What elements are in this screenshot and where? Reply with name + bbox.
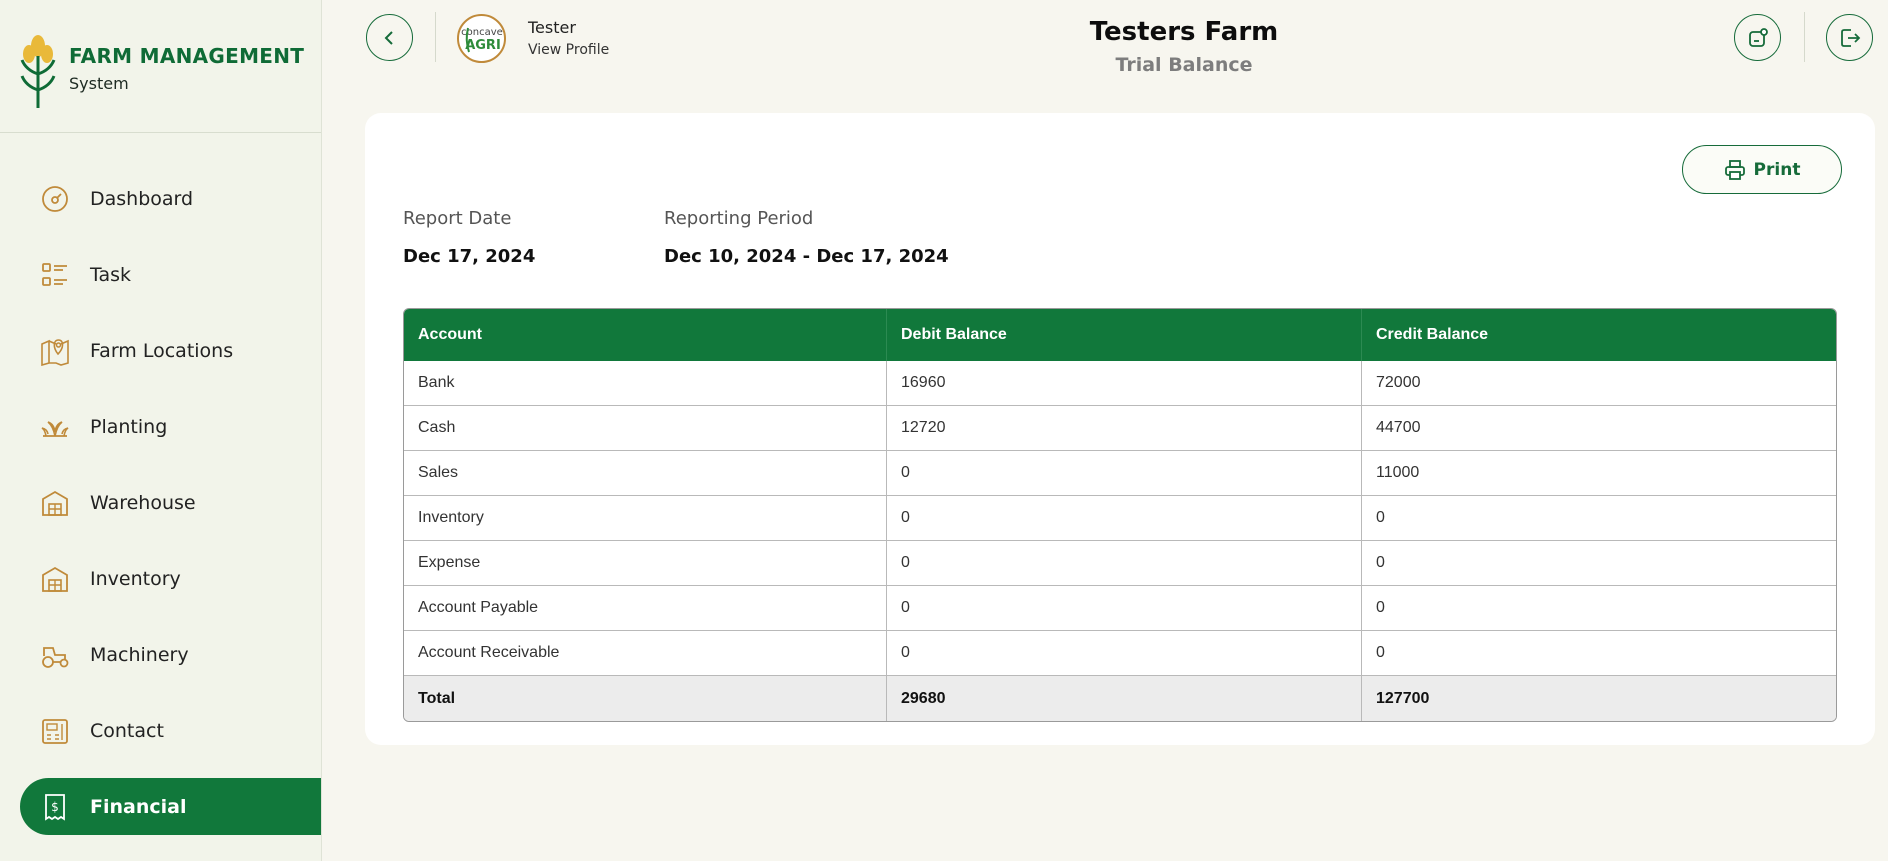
sidebar-item-farm-locations[interactable]: Farm Locations <box>20 322 321 379</box>
page-subtitle: Trial Balance <box>1115 54 1253 76</box>
logout-icon <box>1840 28 1860 47</box>
printer-icon <box>1724 159 1745 180</box>
task-list-icon <box>42 263 67 286</box>
table-cell: 0 <box>1376 509 1385 526</box>
column-header: Credit Balance <box>1376 326 1489 343</box>
table-row: Inventory 0 0 <box>404 496 1836 541</box>
notifications-button[interactable] <box>1734 14 1781 61</box>
table-cell: 0 <box>887 496 1362 540</box>
header-divider <box>1804 12 1805 62</box>
logout-button[interactable] <box>1826 14 1873 61</box>
table-cell: 72000 <box>1376 374 1421 391</box>
sidebar-item-task[interactable]: Task <box>20 246 321 303</box>
company-logo-icon: concave AGRI <box>461 27 503 53</box>
table-row: Expense 0 0 <box>404 541 1836 586</box>
gauge-icon <box>42 186 68 212</box>
table-cell: 0 <box>887 541 1362 585</box>
report-date-label: Report Date <box>403 208 512 229</box>
table-cell: Inventory <box>404 496 887 540</box>
header-divider <box>435 12 436 62</box>
warehouse-icon <box>42 490 68 516</box>
total-label: Total <box>404 676 887 721</box>
brand-title: FARM MANAGEMENT <box>69 44 305 68</box>
tractor-icon <box>42 647 69 668</box>
wheat-logo-icon <box>20 35 56 108</box>
table-cell: 0 <box>1376 599 1385 616</box>
svg-text:$: $ <box>51 800 59 814</box>
table-cell: 16960 <box>887 361 1362 405</box>
table-cell: 0 <box>1376 644 1385 661</box>
view-profile-link[interactable]: View Profile <box>528 42 609 58</box>
sprout-icon <box>41 421 69 437</box>
sidebar-item-dashboard[interactable]: Dashboard <box>20 170 321 227</box>
table-row: Cash 12720 44700 <box>404 406 1836 451</box>
user-name: Tester <box>528 18 576 37</box>
sidebar-item-label: Warehouse <box>90 491 196 514</box>
inventory-icon <box>42 566 68 592</box>
back-button[interactable] <box>366 14 413 61</box>
total-debit: 29680 <box>887 676 1362 721</box>
sidebar-item-label: Planting <box>90 415 168 438</box>
table-cell: 11000 <box>1376 464 1420 481</box>
contact-icon <box>42 719 68 744</box>
table-cell: 12720 <box>887 406 1362 450</box>
reporting-period-value: Dec 10, 2024 - Dec 17, 2024 <box>664 246 949 267</box>
report-date-value: Dec 17, 2024 <box>403 246 536 267</box>
map-pin-icon <box>41 339 69 366</box>
avatar[interactable]: concave AGRI <box>457 14 506 63</box>
sidebar-item-label: Machinery <box>90 643 189 666</box>
page-title: Testers Farm <box>1089 17 1279 47</box>
sidebar-item-label: Inventory <box>90 567 181 590</box>
trial-balance-table: Account Debit Balance Credit Balance Ban… <box>403 308 1837 722</box>
table-row: Bank 16960 72000 <box>404 361 1836 406</box>
sidebar: FARM MANAGEMENT System Dashboard Task Fa… <box>0 0 322 861</box>
sidebar-item-machinery[interactable]: Machinery <box>20 626 321 683</box>
print-label: Print <box>1753 159 1801 180</box>
sidebar-item-financial[interactable]: $ Financial <box>20 778 321 835</box>
reporting-period-label: Reporting Period <box>664 208 814 229</box>
sidebar-item-label: Dashboard <box>90 187 194 210</box>
table-cell: Account Payable <box>404 586 887 630</box>
column-header: Debit Balance <box>887 309 1362 361</box>
table-cell: Bank <box>404 361 887 405</box>
sidebar-item-label: Farm Locations <box>90 339 234 362</box>
sidebar-item-label: Contact <box>90 719 164 742</box>
sidebar-item-contact[interactable]: Contact <box>20 702 321 759</box>
column-header: Account <box>404 309 887 361</box>
avatar-text-bottom: AGRI <box>465 38 501 53</box>
table-header-row: Account Debit Balance Credit Balance <box>404 309 1836 361</box>
sidebar-item-planting[interactable]: Planting <box>20 398 321 455</box>
table-cell: 44700 <box>1376 419 1421 436</box>
total-credit: 127700 <box>1376 689 1430 707</box>
table-row: Sales 0 11000 <box>404 451 1836 496</box>
chevron-left-icon <box>384 30 393 45</box>
table-cell: Sales <box>404 451 887 495</box>
table-cell: Account Receivable <box>404 631 887 675</box>
print-button[interactable]: Print <box>1682 145 1842 194</box>
sidebar-item-warehouse[interactable]: Warehouse <box>20 474 321 531</box>
table-cell: 0 <box>887 586 1362 630</box>
sidebar-item-inventory[interactable]: Inventory <box>20 550 321 607</box>
table-cell: 0 <box>1376 554 1385 571</box>
table-cell: Cash <box>404 406 887 450</box>
sidebar-divider <box>0 132 321 133</box>
table-row: Account Receivable 0 0 <box>404 631 1836 676</box>
notification-icon <box>1748 27 1768 47</box>
sidebar-item-label: Task <box>90 263 132 286</box>
table-total-row: Total 29680 127700 <box>404 676 1836 721</box>
table-cell: Expense <box>404 541 887 585</box>
brand-logo[interactable]: FARM MANAGEMENT System <box>18 34 318 114</box>
receipt-dollar-icon: $ <box>45 794 65 821</box>
table-cell: 0 <box>887 631 1362 675</box>
table-cell: 0 <box>887 451 1362 495</box>
brand-subtitle: System <box>69 74 129 93</box>
sidebar-item-label: Financial <box>90 795 187 818</box>
sidebar-nav: Dashboard Task Farm Locations Planting W… <box>0 170 321 854</box>
table-row: Account Payable 0 0 <box>404 586 1836 631</box>
